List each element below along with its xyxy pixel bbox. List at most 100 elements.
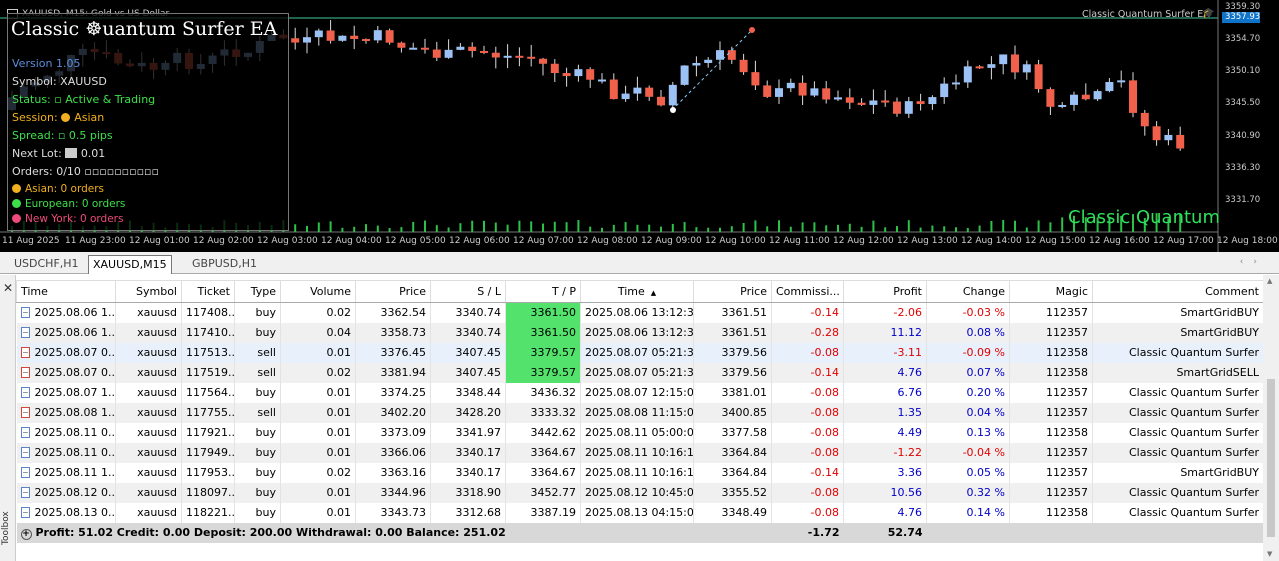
cell-text: 3374.25	[380, 386, 427, 399]
cell-text: 3343.73	[380, 506, 427, 519]
cell-text: 2025.08.12 0...	[34, 486, 116, 499]
close-icon[interactable]: ✕	[3, 281, 13, 295]
cell-text: 112357	[1046, 306, 1088, 320]
scroll-down-icon[interactable]: ▼	[1267, 550, 1272, 558]
cell-profit: 4.76	[843, 362, 927, 383]
cell-text: 0.07 %	[966, 366, 1005, 379]
column-header[interactable]: Magic	[1009, 280, 1093, 303]
ea-hat-icon[interactable]: 🎓	[1202, 8, 1214, 19]
cell-price: 3373.09	[355, 422, 431, 443]
cell-text: xauusd	[137, 306, 177, 320]
column-header[interactable]: Time ▲	[580, 280, 694, 303]
table-row[interactable]: 2025.08.07 1... xauusd 117564... buy 0.01 337…	[16, 382, 1264, 403]
column-header[interactable]: Ticket	[181, 280, 235, 303]
cell-text: 3442.62	[530, 426, 577, 439]
table-row[interactable]: 2025.08.07 0... xauusd 117519... sell 0.02 33…	[16, 362, 1264, 383]
vertical-scrollbar[interactable]: ▲ ▼	[1263, 275, 1279, 561]
cell-text: 0.02	[326, 466, 352, 479]
time-label: 12 Aug 07:00	[513, 236, 574, 246]
cell-text: 3376.45	[380, 346, 427, 359]
trade-terminal: ✕ Toolbox Time Symbol Ticket Type Volume Pric…	[0, 275, 1279, 561]
expand-plus-icon[interactable]: +	[20, 528, 32, 540]
table-row[interactable]: 2025.08.11 0... xauusd 117921... buy 0.01 337…	[16, 422, 1264, 443]
cell-text: SmartGridSELL	[1176, 366, 1259, 379]
column-header[interactable]: Volume	[280, 280, 356, 303]
candle-body	[916, 101, 925, 105]
table-row[interactable]: 2025.08.06 1... xauusd 117408... buy 0.02 336…	[16, 302, 1264, 323]
table-row[interactable]: 2025.08.12 0... xauusd 118097... buy 0.01 334…	[16, 482, 1264, 503]
cell-comment: Classic Quantum Surfer	[1092, 502, 1264, 523]
cell-ctime: 2025.08.08 11:15:00	[580, 402, 694, 423]
table-row[interactable]: 2025.08.08 1... xauusd 117755... sell 0.01 34…	[16, 402, 1264, 423]
column-header[interactable]: Change	[926, 280, 1010, 303]
scrollbar-thumb[interactable]	[1267, 379, 1275, 537]
cell-text: Classic Quantum Surfer	[1128, 486, 1259, 499]
tab-scroll-arrows[interactable]: ‹›	[1240, 257, 1267, 267]
cell-time: 2025.08.07 1...	[16, 382, 116, 403]
toolbox-label: Toolbox	[1, 511, 11, 545]
cell-text: 2025.08.08 1...	[34, 406, 116, 419]
table-row[interactable]: 2025.08.13 0... xauusd 118221... buy 0.01 334…	[16, 502, 1264, 523]
price-label: 3331.70	[1222, 195, 1261, 206]
cell-sl: 3407.45	[430, 362, 506, 383]
cell-comm: -0.14	[771, 302, 844, 323]
column-header[interactable]: S / L	[430, 280, 506, 303]
newyork-text: New York: 0 orders	[25, 213, 124, 225]
price-chart[interactable]: XAUUSD, M15: Gold vs US Dollar Classic Q…	[0, 0, 1279, 252]
cell-price: 3363.16	[355, 462, 431, 483]
candle-body	[987, 64, 996, 68]
table-row[interactable]: 2025.08.11 0... xauusd 117949... buy 0.01 336…	[16, 442, 1264, 463]
cell-comm: -0.08	[771, 342, 844, 363]
table-row[interactable]: 2025.08.11 1... xauusd 117953... buy 0.02 336…	[16, 462, 1264, 483]
column-header[interactable]: Comment	[1092, 280, 1264, 303]
cell-text: 3358.73	[380, 326, 427, 339]
cell-volume: 0.01	[280, 342, 356, 363]
candle-body	[1129, 80, 1137, 113]
cell-text: 3366.06	[380, 446, 427, 459]
cell-price: 3358.73	[355, 322, 431, 343]
cell-text: 3400.85	[721, 406, 768, 419]
table-row[interactable]: 2025.08.07 0... xauusd 117513... sell 0.01 33…	[16, 342, 1264, 363]
toolbox-sidebar: ✕ Toolbox	[0, 275, 16, 561]
cell-change: 0.08 %	[926, 322, 1010, 343]
cell-ctime: 2025.08.06 13:12:39	[580, 322, 694, 343]
column-header-label: Comment	[1205, 285, 1259, 298]
cell-text: 2025.08.11 0...	[34, 446, 116, 459]
tab-gbpusd[interactable]: GBPUSD,H1	[188, 255, 261, 274]
cell-text: 117953...	[186, 466, 235, 479]
column-header[interactable]: Profit	[843, 280, 927, 303]
candle-body	[303, 37, 311, 43]
cell-tp: 3361.50	[505, 302, 581, 323]
tab-usdchf[interactable]: USDCHF,H1	[10, 255, 83, 274]
column-header[interactable]: Price	[693, 280, 772, 303]
cell-cprice: 3377.58	[693, 422, 772, 443]
cell-volume: 0.01	[280, 442, 356, 463]
column-header[interactable]: T / P	[505, 280, 581, 303]
column-header[interactable]: Symbol	[115, 280, 182, 303]
candle-body	[952, 82, 960, 85]
table-row[interactable]: 2025.08.06 1... xauusd 117410... buy 0.04 335…	[16, 322, 1264, 343]
globe-asia-icon	[12, 184, 21, 193]
cell-text: 2025.08.11 05:00:00	[585, 426, 694, 439]
sun-icon	[61, 113, 71, 122]
cell-text: 3318.90	[455, 486, 502, 499]
column-header[interactable]: Commissi...	[771, 280, 844, 303]
cell-text: 2025.08.11 1...	[34, 466, 116, 479]
cell-sl: 3340.17	[430, 442, 506, 463]
candle-body	[668, 84, 677, 106]
candle-body	[775, 88, 783, 97]
cell-time: 2025.08.06 1...	[16, 322, 116, 343]
column-header[interactable]: Price	[355, 280, 431, 303]
column-header[interactable]: Time	[16, 280, 116, 303]
scroll-up-icon[interactable]: ▲	[1267, 277, 1272, 285]
candle-body	[680, 65, 689, 85]
order-icon	[20, 367, 30, 378]
tab-xauusd[interactable]: XAUUSD,M15	[88, 255, 172, 274]
cell-comm: -0.08	[771, 442, 844, 463]
column-header-label: Profit	[893, 285, 922, 298]
column-header[interactable]: Type	[234, 280, 281, 303]
cell-profit: -2.06	[843, 302, 927, 323]
cell-text: 2025.08.08 11:15:00	[585, 406, 694, 419]
candle-body	[727, 50, 736, 60]
cell-text: 3377.58	[721, 426, 768, 439]
